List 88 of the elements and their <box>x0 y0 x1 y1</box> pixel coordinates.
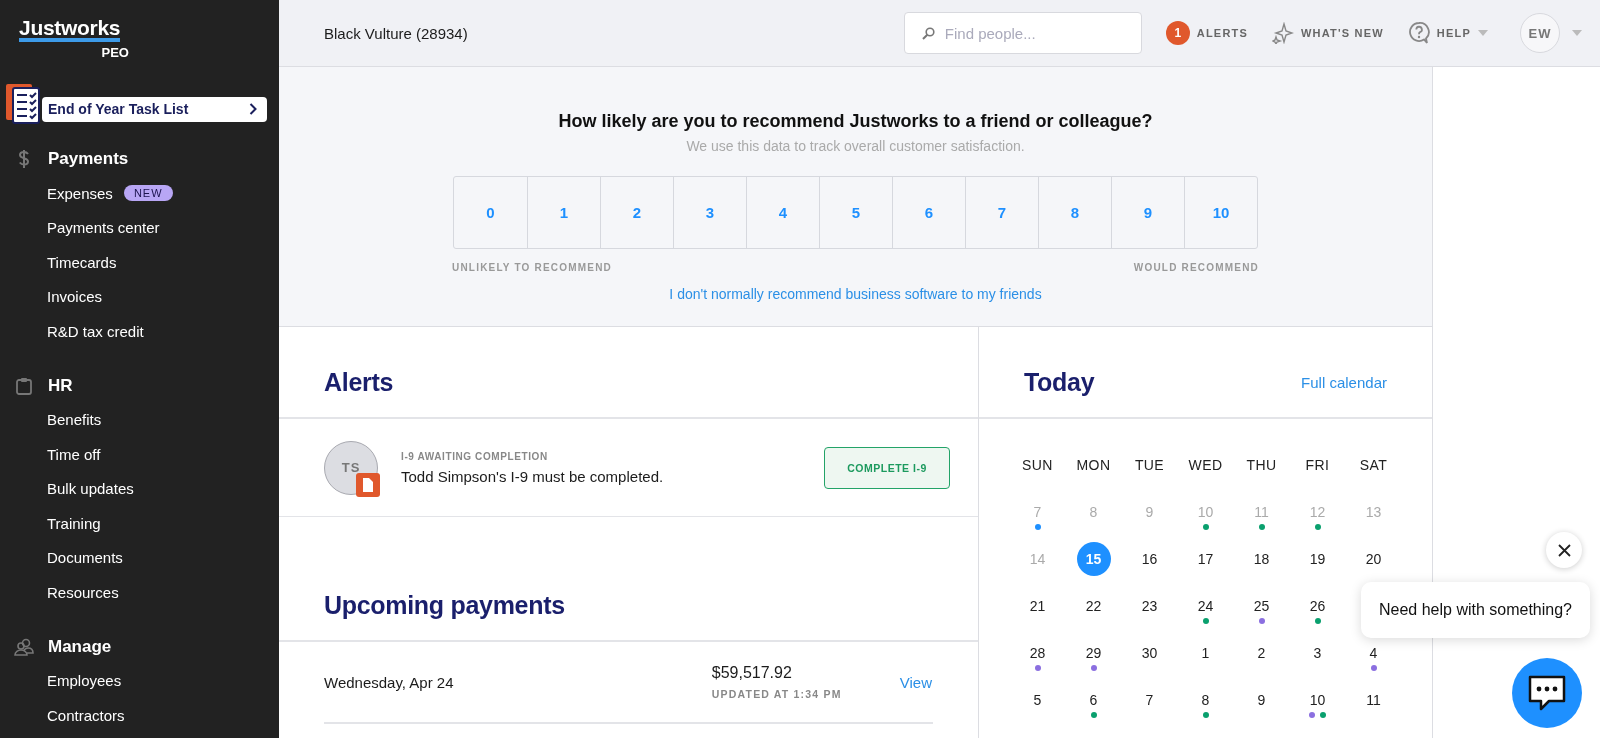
weekday-label: THU <box>1245 457 1278 475</box>
nav-item[interactable]: Resources <box>47 583 119 601</box>
calendar-day[interactable]: 23 <box>1132 589 1167 623</box>
payment-amount: $59,517.92 <box>711 664 793 682</box>
calendar-day[interactable]: 5 <box>1020 683 1055 717</box>
calendar-day[interactable]: 4 <box>1356 636 1391 670</box>
logo[interactable]: Justworks <box>19 18 121 42</box>
nav-item[interactable]: Expenses <box>47 184 113 202</box>
calendar-day[interactable]: 25 <box>1244 589 1279 623</box>
nav-item[interactable]: Benefits <box>47 411 102 429</box>
dollar-icon <box>17 149 30 169</box>
calendar-day[interactable]: 26 <box>1300 589 1335 623</box>
nav-item[interactable]: Documents <box>47 549 123 567</box>
calendar-day[interactable]: 6 <box>1076 683 1111 717</box>
calendar-day[interactable]: 3 <box>1300 636 1335 670</box>
calendar-day[interactable]: 22 <box>1076 589 1111 623</box>
section-heading: Alerts <box>324 368 394 397</box>
nav-item[interactable]: Employees <box>47 672 122 690</box>
nav-item[interactable]: Timecards <box>47 253 117 271</box>
updated-time: UPDATED AT 1:34 PM <box>711 688 843 700</box>
calendar-day[interactable]: 9 <box>1244 683 1279 717</box>
nav-item[interactable]: Contractors <box>47 706 125 724</box>
calendar-day[interactable]: 29 <box>1076 636 1111 670</box>
calendar-day[interactable]: 28 <box>1020 636 1055 670</box>
alert-count-badge: 1 <box>1165 21 1190 45</box>
section-heading: Upcoming payments <box>324 591 565 620</box>
alert-message: Todd Simpson's I-9 must be completed. <box>401 467 665 485</box>
calendar-day[interactable]: 17 <box>1188 542 1223 576</box>
section-title: Manage <box>48 636 112 657</box>
calendar-day[interactable]: 16 <box>1132 542 1167 576</box>
search-field[interactable]: Find people... <box>903 12 1142 54</box>
user-avatar[interactable]: EW <box>1520 13 1560 53</box>
people-icon <box>13 637 34 656</box>
chat-icon <box>1527 674 1567 712</box>
nav-item[interactable]: Payments center <box>47 219 160 237</box>
caret-icon <box>1572 30 1582 36</box>
calendar-day[interactable]: 18 <box>1244 542 1279 576</box>
weekday-label: FRI <box>1304 457 1331 475</box>
search-icon <box>921 27 935 40</box>
nav-item[interactable]: Time off <box>47 445 101 463</box>
weekday-label: MON <box>1075 457 1112 475</box>
scale-label: WOULD RECOMMEND <box>1133 262 1259 273</box>
clipboard-icon <box>15 376 32 395</box>
alert-category: I-9 AWAITING COMPLETION <box>401 450 549 462</box>
help-icon <box>1407 21 1430 45</box>
survey-question: How likely are you to recommend Justworks to a friend or colleague? <box>558 111 1153 132</box>
calendar-day[interactable]: 10 <box>1300 683 1335 717</box>
nav-item[interactable]: R&D tax credit <box>47 322 144 340</box>
avatar: TS <box>324 440 378 495</box>
logo-subtitle: PEO <box>101 45 129 60</box>
calendar-day[interactable]: 8 <box>1188 683 1223 717</box>
payment-date: Wednesday, Apr 24 <box>324 673 455 691</box>
chevron-icon <box>249 103 257 115</box>
document-icon <box>356 472 380 497</box>
calendar-day[interactable]: 20 <box>1356 542 1391 576</box>
alerts-link[interactable]: 1 ALERTS <box>1165 21 1248 45</box>
close-icon <box>1557 543 1571 557</box>
new-badge: NEW <box>123 185 173 202</box>
caret-icon <box>1478 30 1488 36</box>
survey-subtitle: We use this data to track overall customer satisfaction. <box>686 138 1025 154</box>
weekday-label: TUE <box>1133 457 1166 475</box>
weekday-label: SAT <box>1358 457 1389 475</box>
nav-item[interactable]: Training <box>47 514 101 532</box>
whats-new-link[interactable]: WHAT'S NEW <box>1272 22 1384 44</box>
weekday-label: SUN <box>1021 457 1054 475</box>
calendar-day[interactable]: 2 <box>1244 636 1279 670</box>
calendar-day[interactable]: 24 <box>1188 589 1223 623</box>
calendar-day[interactable]: 7 <box>1132 683 1167 717</box>
calendar-day[interactable]: 19 <box>1300 542 1335 576</box>
section-title: Payments <box>48 149 129 169</box>
view-link[interactable]: View <box>899 673 932 691</box>
help-menu[interactable]: HELP <box>1407 21 1488 45</box>
calendar-day[interactable]: 1 <box>1188 636 1223 670</box>
company-name[interactable]: Black Vulture (28934) <box>324 24 904 42</box>
task-list-button[interactable]: End of Year Task List <box>42 96 267 122</box>
nav-item[interactable]: Invoices <box>47 288 103 306</box>
help-tooltip: Need help with something? <box>1361 582 1590 638</box>
section-heading: Today <box>1024 368 1095 397</box>
scale-label: UNLIKELY TO RECOMMEND <box>452 262 613 273</box>
calendar-day[interactable]: 30 <box>1132 636 1167 670</box>
checklist-icon <box>4 82 40 124</box>
weekday-label: WED <box>1187 457 1224 475</box>
full-calendar-link[interactable]: Full calendar <box>1301 374 1387 391</box>
calendar-day[interactable]: 21 <box>1020 589 1055 623</box>
calendar-day[interactable]: 11 <box>1356 683 1391 717</box>
section-title: HR <box>48 375 73 396</box>
nav-item[interactable]: Bulk updates <box>47 480 134 498</box>
sparkle-icon <box>1272 22 1294 44</box>
